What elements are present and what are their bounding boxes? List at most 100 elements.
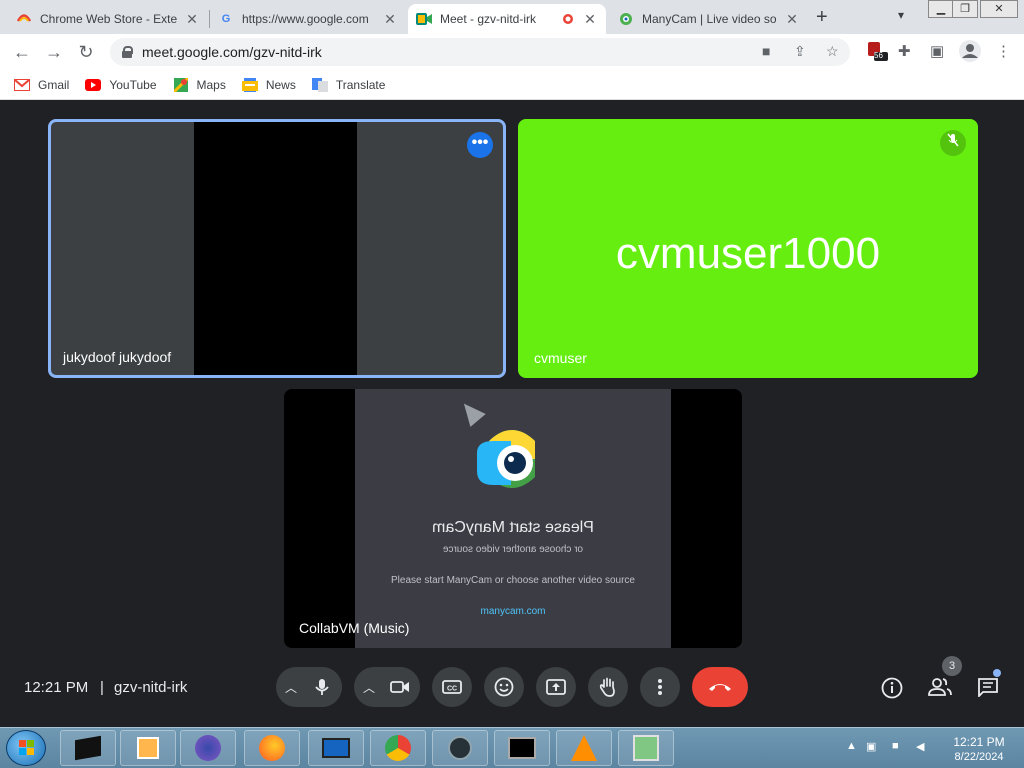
system-icon — [448, 736, 472, 760]
chat-button[interactable] — [976, 677, 1000, 702]
emoji-icon — [494, 677, 514, 697]
show-hidden-icons-icon[interactable]: ▲ — [846, 740, 857, 752]
chat-icon — [978, 678, 998, 699]
tab-chrome-web-store[interactable]: Chrome Web Store - Exte ✕ — [8, 4, 208, 34]
meeting-code: gzv-nitd-irk — [114, 679, 188, 696]
task-manager-icon — [508, 737, 536, 759]
tab-title: Meet - gzv-nitd-irk — [440, 12, 537, 26]
bookmark-news[interactable]: News — [241, 77, 296, 92]
minimize-window-button[interactable]: ▁ — [928, 0, 954, 18]
manycam-placeholder: Please start ManyCam or choose another v… — [355, 389, 671, 648]
lock-icon — [122, 46, 133, 58]
address-text: meet.google.com/gzv-nitd-irk — [142, 44, 322, 60]
taskbar-app-button[interactable] — [244, 730, 300, 766]
taskbar-date[interactable]: 8/22/2024 — [946, 751, 1012, 763]
chat-notification-dot — [993, 669, 1001, 677]
extension-icon[interactable]: 56 — [866, 40, 888, 66]
app-box-icon — [75, 735, 101, 761]
participant-tile[interactable]: cvmuser1000 cvmuser — [518, 119, 978, 378]
present-screen-icon — [546, 679, 566, 695]
menu-dots-icon[interactable]: ⋮ — [996, 42, 1011, 60]
close-tab-icon[interactable]: ✕ — [784, 11, 800, 28]
participant-tile[interactable]: ••• jukydoof jukydoof — [48, 119, 506, 378]
news-icon — [241, 77, 258, 92]
close-tab-icon[interactable]: ✕ — [582, 11, 598, 28]
participant-name: jukydoof jukydoof — [63, 349, 172, 365]
tab-title: Chrome Web Store - Exte — [40, 12, 178, 26]
closed-captions-icon: CC — [442, 680, 462, 694]
restore-window-button[interactable]: ❐ — [952, 0, 978, 18]
extensions-puzzle-icon[interactable]: ✚ — [898, 42, 911, 60]
start-button[interactable] — [6, 730, 46, 766]
bookmark-translate[interactable]: Translate — [311, 77, 385, 92]
taskbar-app-button[interactable] — [120, 730, 176, 766]
close-window-button[interactable]: ✕ — [980, 0, 1018, 18]
meet-icon — [416, 11, 432, 27]
people-button[interactable] — [928, 677, 952, 702]
participant-tile[interactable]: Please start ManyCam or choose another v… — [284, 389, 742, 648]
reactions-button[interactable] — [484, 667, 524, 707]
mirrored-subtitle: or choose another video source — [442, 544, 584, 555]
back-button[interactable]: ← — [10, 40, 34, 64]
profile-avatar[interactable] — [958, 39, 982, 67]
taskbar-app-button[interactable] — [180, 730, 236, 766]
tab-google[interactable]: G https://www.google.com ✕ — [210, 4, 406, 34]
bookmark-maps[interactable]: Maps — [173, 77, 226, 92]
taskbar-app-button[interactable] — [556, 730, 612, 766]
present-screen-button[interactable] — [536, 667, 576, 707]
captions-button[interactable]: CC — [432, 667, 472, 707]
taskbar-app-button[interactable] — [60, 730, 116, 766]
gmail-icon — [14, 78, 30, 92]
tray-app-icon[interactable]: ▣ — [866, 740, 876, 753]
share-icon[interactable]: ⇪ — [794, 43, 806, 60]
tab-title: ManyCam | Live video so — [642, 12, 777, 26]
more-options-button[interactable] — [640, 667, 680, 707]
microphone-button[interactable] — [302, 667, 342, 707]
raise-hand-button[interactable] — [588, 667, 628, 707]
system-tray: ▲ ▣ ■ ◀ 12:21 PM 8/22/2024 — [840, 732, 1024, 764]
raise-hand-icon — [599, 677, 615, 697]
more-options-button[interactable]: ••• — [467, 132, 493, 158]
mic-off-icon — [940, 130, 966, 156]
address-bar[interactable]: meet.google.com/gzv-nitd-irk — [110, 38, 850, 66]
tab-meet[interactable]: Meet - gzv-nitd-irk ✕ — [408, 4, 606, 34]
chrome-web-store-icon — [16, 11, 32, 27]
volume-icon[interactable]: ◀ — [916, 740, 924, 753]
manycam-logo-icon — [475, 425, 549, 499]
bookmark-star-icon[interactable]: ☆ — [826, 43, 839, 60]
new-tab-button[interactable]: + — [816, 6, 828, 29]
camera-in-use-icon[interactable]: ■ — [762, 43, 770, 59]
taskbar-app-button[interactable] — [432, 730, 488, 766]
taskbar-time[interactable]: 12:21 PM — [946, 735, 1012, 749]
translate-icon — [311, 77, 328, 92]
vlc-icon — [571, 735, 597, 761]
bookmarks-bar: Gmail YouTube Maps News Translate — [0, 70, 1024, 100]
forward-button[interactable]: → — [42, 40, 66, 64]
audio-options-chevron-icon[interactable]: ︿ — [285, 679, 297, 696]
camera-button[interactable] — [380, 667, 420, 707]
meet-controls-bar: 12:21 PM | gzv-nitd-irk ︿ ︿ CC 3 — [0, 656, 1024, 717]
bookmark-label: YouTube — [109, 77, 157, 92]
google-icon: G — [221, 13, 231, 25]
network-icon[interactable]: ■ — [892, 740, 899, 752]
meeting-info-button[interactable] — [880, 677, 904, 704]
close-tab-icon[interactable]: ✕ — [382, 11, 398, 28]
reload-button[interactable]: ↻ — [74, 40, 98, 64]
bookmark-youtube[interactable]: YouTube — [85, 77, 157, 92]
taskbar-app-button[interactable] — [308, 730, 364, 766]
taskbar-app-button[interactable] — [618, 730, 674, 766]
taskbar-app-button[interactable] — [494, 730, 550, 766]
close-tab-icon[interactable]: ✕ — [184, 11, 200, 28]
tab-title: https://www.google.com — [242, 12, 369, 26]
more-vert-icon — [658, 679, 662, 695]
video-feed — [194, 122, 357, 375]
side-panel-icon[interactable]: ▣ — [930, 42, 944, 60]
bookmark-gmail[interactable]: Gmail — [14, 78, 69, 92]
taskbar-app-button[interactable] — [370, 730, 426, 766]
tab-manycam[interactable]: ManyCam | Live video so ✕ — [610, 4, 808, 34]
chrome-icon — [385, 735, 411, 761]
tab-search-chevron-icon[interactable]: ▾ — [898, 8, 904, 22]
leave-call-button[interactable] — [692, 667, 748, 707]
firefox-icon — [259, 735, 285, 761]
video-options-chevron-icon[interactable]: ︿ — [363, 679, 375, 696]
